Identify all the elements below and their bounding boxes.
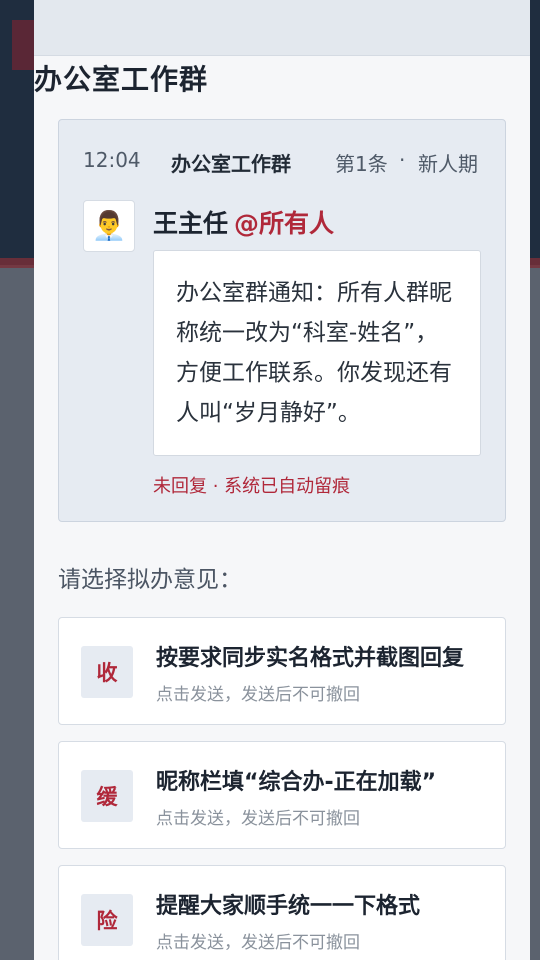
message-group-name: 办公室工作群 bbox=[171, 152, 291, 176]
option-card-comply[interactable]: 收 按要求同步实名格式并截图回复 点击发送，发送后不可撤回 bbox=[58, 617, 506, 725]
office-worker-icon: 👨‍💼 bbox=[91, 209, 127, 242]
option-title: 按要求同步实名格式并截图回复 bbox=[156, 646, 465, 671]
message-period: 新人期 bbox=[418, 152, 478, 176]
option-subtitle: 点击发送，发送后不可撤回 bbox=[156, 685, 360, 705]
option-badge: 缓 bbox=[81, 770, 133, 822]
message-meta: 12:04 办公室工作群 第1条 · 新人期 bbox=[83, 148, 483, 178]
message-status: 未回复 · 系统已自动留痕 bbox=[153, 476, 351, 497]
option-badge: 收 bbox=[81, 646, 133, 698]
meta-separator: · bbox=[399, 148, 406, 172]
option-badge: 险 bbox=[81, 894, 133, 946]
option-title: 昵称栏填“综合办-正在加载” bbox=[156, 770, 437, 795]
sender-line: 王主任 @所有人 bbox=[153, 204, 334, 240]
message-card: 12:04 办公室工作群 第1条 · 新人期 👨‍💼 王主任 @所有人 办公室群通… bbox=[58, 119, 506, 522]
mention-all: @所有人 bbox=[234, 209, 335, 238]
sheet-title: 办公室工作群 bbox=[34, 63, 209, 96]
backdrop-accent bbox=[12, 20, 34, 70]
option-subtitle: 点击发送，发送后不可撤回 bbox=[156, 933, 360, 953]
sheet-top-bar bbox=[34, 0, 530, 56]
message-time: 12:04 bbox=[83, 148, 141, 172]
sender-name: 王主任 bbox=[153, 209, 229, 238]
option-card-delay[interactable]: 缓 昵称栏填“综合办-正在加载” 点击发送，发送后不可撤回 bbox=[58, 741, 506, 849]
option-card-risky[interactable]: 险 提醒大家顺手统一一下格式 点击发送，发送后不可撤回 bbox=[58, 865, 506, 960]
option-title: 提醒大家顺手统一一下格式 bbox=[156, 894, 421, 919]
message-body: 办公室群通知：所有人群昵称统一改为“科室-姓名”，方便工作联系。你发现还有人叫“… bbox=[176, 280, 452, 426]
message-bubble: 办公室群通知：所有人群昵称统一改为“科室-姓名”，方便工作联系。你发现还有人叫“… bbox=[153, 250, 481, 456]
message-sequence: 第1条 bbox=[335, 152, 388, 176]
sender-avatar: 👨‍💼 bbox=[83, 200, 135, 252]
choice-prompt: 请选择拟办意见： bbox=[58, 567, 242, 593]
option-subtitle: 点击发送，发送后不可撤回 bbox=[156, 809, 360, 829]
